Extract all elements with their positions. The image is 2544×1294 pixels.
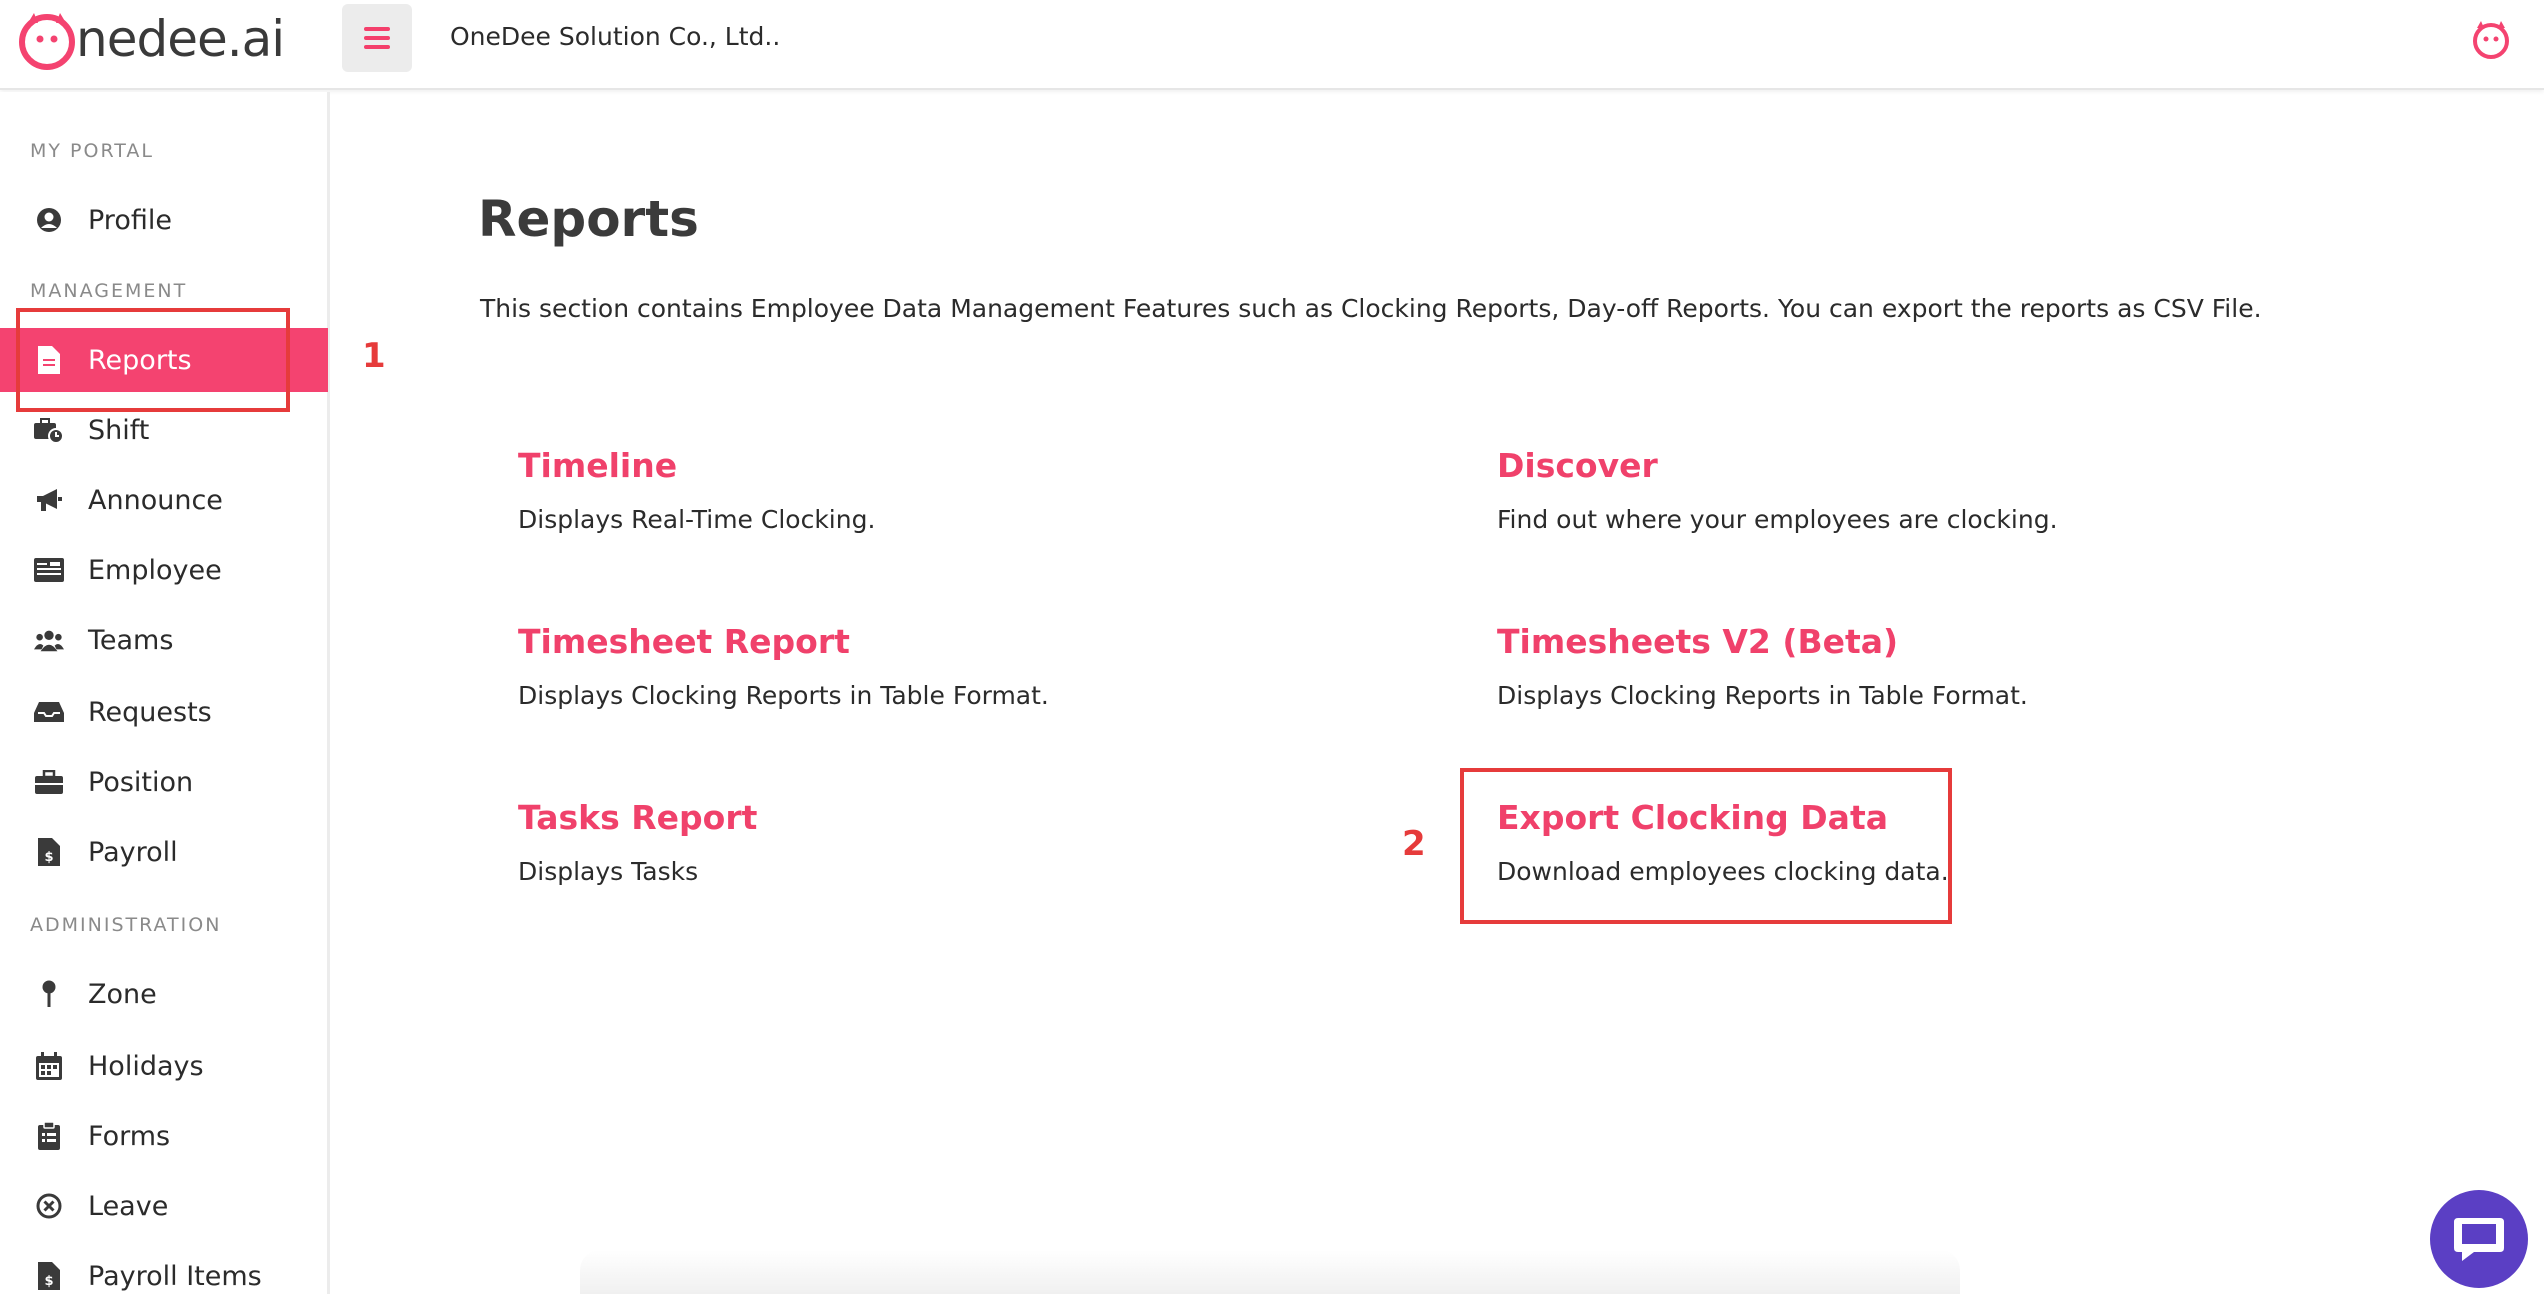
svg-text:$: $ [44, 1274, 53, 1289]
chat-button[interactable] [2430, 1190, 2528, 1288]
sidebar-item-label: Leave [88, 1190, 169, 1222]
sidebar-item-teams[interactable]: Teams [0, 608, 328, 672]
sidebar-item-label: Profile [88, 204, 172, 236]
card-title[interactable]: Timeline [518, 446, 1218, 485]
card-description: Displays Clocking Reports in Table Forma… [518, 681, 1049, 710]
card-title[interactable]: Timesheets V2 (Beta) [1497, 622, 2197, 661]
sidebar-item-label: Position [88, 766, 194, 798]
invoice-dollar-icon: $ [34, 837, 64, 867]
section-title-portal: MY PORTAL [30, 140, 154, 162]
x-circle-icon [34, 1191, 64, 1221]
section-title-administration: ADMINISTRATION [30, 914, 222, 936]
sidebar-item-requests[interactable]: Requests [0, 680, 328, 744]
sidebar-item-zone[interactable]: Zone [0, 962, 328, 1026]
annotation-box-2 [1460, 768, 1952, 924]
sidebar-item-payroll-items[interactable]: $ Payroll Items [0, 1244, 328, 1294]
sidebar-item-label: Payroll [88, 836, 178, 868]
megaphone-icon [34, 485, 64, 515]
page-title: Reports [478, 190, 699, 248]
sidebar-item-label: Announce [88, 484, 223, 516]
card-description: Find out where your employees are clocki… [1497, 505, 2058, 534]
annotation-number-2: 2 [1402, 824, 1426, 864]
user-circle-icon [34, 205, 64, 235]
section-title-management: MANAGEMENT [30, 280, 188, 302]
report-card-tasks-report[interactable]: Tasks Report Displays Tasks [518, 798, 1218, 886]
company-name: OneDee Solution Co., Ltd.. [450, 22, 781, 51]
annotation-box-1 [16, 308, 290, 412]
sidebar-item-profile[interactable]: Profile [0, 188, 328, 252]
card-title[interactable]: Timesheet Report [518, 622, 1218, 661]
invoice-dollar-icon: $ [34, 1261, 64, 1291]
report-card-timeline[interactable]: Timeline Displays Real-Time Clocking. [518, 446, 1218, 534]
bottom-panel-shadow [580, 1250, 1960, 1294]
calendar-icon [34, 1051, 64, 1081]
sidebar-item-label: Shift [88, 414, 150, 446]
top-bar: nedee.ai OneDee Solution Co., Ltd.. [0, 0, 2544, 90]
user-avatar-icon[interactable] [2470, 18, 2512, 60]
logo-mark-icon [19, 13, 75, 70]
menu-toggle-button[interactable] [342, 4, 412, 72]
clipboard-icon [34, 1121, 64, 1151]
pin-icon [34, 979, 64, 1009]
briefcase-clock-icon [34, 415, 64, 445]
page-description: This section contains Employee Data Mana… [480, 294, 2262, 323]
card-title[interactable]: Tasks Report [518, 798, 1218, 837]
annotation-number-1: 1 [362, 336, 386, 376]
id-card-icon [34, 555, 64, 585]
sidebar-item-forms[interactable]: Forms [0, 1104, 328, 1168]
report-card-discover[interactable]: Discover Find out where your employees a… [1497, 446, 2197, 534]
sidebar-item-label: Forms [88, 1120, 171, 1152]
sidebar-item-payroll[interactable]: $ Payroll [0, 820, 328, 884]
sidebar-item-label: Requests [88, 696, 212, 728]
logo[interactable]: nedee.ai [16, 8, 285, 72]
sidebar-item-label: Payroll Items [88, 1260, 262, 1292]
sidebar-item-holidays[interactable]: Holidays [0, 1034, 328, 1098]
report-card-timesheet-report[interactable]: Timesheet Report Displays Clocking Repor… [518, 622, 1218, 710]
card-description: Displays Clocking Reports in Table Forma… [1497, 681, 2028, 710]
svg-text:$: $ [44, 850, 53, 865]
chat-bubble-icon [2454, 1218, 2504, 1261]
card-description: Displays Tasks [518, 857, 699, 886]
sidebar-item-label: Teams [88, 624, 174, 656]
logo-text: nedee.ai [76, 10, 285, 68]
sidebar: MY PORTAL Profile MANAGEMENT Reports Shi… [0, 92, 330, 1294]
report-card-timesheets-v2[interactable]: Timesheets V2 (Beta) Displays Clocking R… [1497, 622, 2197, 710]
hamburger-icon [364, 27, 390, 49]
sidebar-item-leave[interactable]: Leave [0, 1174, 328, 1238]
sidebar-item-label: Employee [88, 554, 222, 586]
card-title[interactable]: Discover [1497, 446, 2197, 485]
briefcase-icon [34, 767, 64, 797]
sidebar-item-employee[interactable]: Employee [0, 538, 328, 602]
sidebar-item-announce[interactable]: Announce [0, 468, 328, 532]
inbox-icon [34, 697, 64, 727]
card-description: Displays Real-Time Clocking. [518, 505, 876, 534]
users-icon [34, 625, 64, 655]
sidebar-item-position[interactable]: Position [0, 750, 328, 814]
sidebar-item-label: Zone [88, 978, 157, 1010]
sidebar-item-label: Holidays [88, 1050, 204, 1082]
